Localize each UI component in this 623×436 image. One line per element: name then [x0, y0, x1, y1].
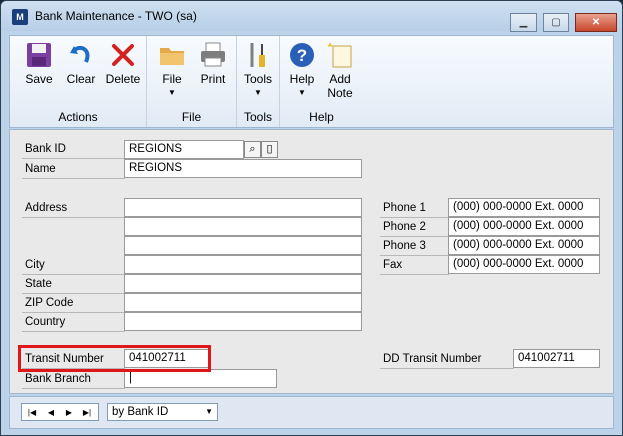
ribbon-group-tools: Tools ▼ Tools	[237, 36, 280, 127]
group-label-actions: Actions	[58, 110, 98, 124]
phone-2-field[interactable]: (000) 000-0000 Ext. 0000	[448, 217, 600, 236]
add-note-button[interactable]: Add Note	[320, 40, 360, 100]
ribbon-toolbar: Save Clear Delete Actions File ▼ Print F…	[9, 35, 614, 128]
print-button[interactable]: Print	[193, 40, 233, 86]
print-label: Print	[200, 72, 226, 86]
save-icon	[27, 43, 51, 67]
file-label: File	[162, 72, 182, 86]
add-note-label-line2: Note	[327, 86, 353, 100]
phone-2-label: Phone 2	[380, 218, 449, 237]
ribbon-group-actions: Save Clear Delete Actions	[10, 36, 147, 127]
next-record-icon[interactable]: ▶	[61, 406, 77, 419]
maximize-button[interactable]: ▢	[543, 13, 569, 32]
sort-order-value: by Bank ID	[112, 406, 169, 418]
file-menu-button[interactable]: File ▼	[153, 40, 191, 97]
zip-code-field[interactable]	[124, 293, 362, 312]
help-question-icon: ?	[290, 43, 314, 67]
fax-label: Fax	[380, 256, 449, 275]
delete-x-icon	[112, 44, 134, 66]
dd-transit-number-label: DD Transit Number	[380, 350, 514, 369]
address-line-3-field[interactable]	[124, 236, 362, 255]
printer-icon	[201, 42, 225, 67]
help-dropdown-icon: ▼	[298, 88, 306, 97]
file-dropdown-icon: ▼	[168, 88, 176, 97]
country-label: Country	[22, 313, 125, 332]
transit-number-highlight-box	[18, 345, 211, 372]
clear-button[interactable]: Clear	[60, 40, 102, 86]
fax-field[interactable]: (000) 000-0000 Ext. 0000	[448, 255, 600, 274]
window-title: Bank Maintenance - TWO (sa)	[35, 9, 197, 23]
tools-dropdown-icon: ▼	[254, 88, 262, 97]
address-label: Address	[22, 199, 125, 218]
phone-1-field[interactable]: (000) 000-0000 Ext. 0000	[448, 198, 600, 217]
state-label: State	[22, 275, 125, 294]
record-navigation-buttons: |◀ ◀ ▶ ▶|	[21, 403, 99, 421]
last-record-icon[interactable]: ▶|	[79, 406, 95, 419]
ribbon-group-file: File ▼ Print File	[147, 36, 237, 127]
save-label: Save	[25, 72, 53, 86]
tools-label: Tools	[243, 72, 272, 86]
record-navigation-bar: |◀ ◀ ▶ ▶| by Bank ID ▼	[9, 396, 614, 429]
phone-3-field[interactable]: (000) 000-0000 Ext. 0000	[448, 236, 600, 255]
save-button[interactable]: Save	[18, 40, 60, 86]
bank-id-field[interactable]: REGIONS	[124, 140, 244, 159]
new-document-icon[interactable]: ▯	[261, 141, 278, 158]
undo-arrow-icon	[70, 45, 90, 63]
tools-icon	[250, 43, 265, 67]
group-label-file: File	[181, 110, 202, 124]
name-field[interactable]: REGIONS	[124, 159, 362, 178]
first-record-icon[interactable]: |◀	[24, 406, 40, 419]
chevron-down-icon: ▼	[205, 407, 213, 416]
help-label: Help	[289, 72, 315, 86]
delete-button[interactable]: Delete	[102, 40, 144, 86]
group-label-tools: Tools	[243, 110, 272, 124]
previous-record-icon[interactable]: ◀	[43, 406, 59, 419]
phone-3-label: Phone 3	[380, 237, 449, 256]
add-note-label-line1: Add	[329, 72, 351, 86]
name-label: Name	[22, 160, 125, 179]
group-label-help: Help	[309, 110, 334, 124]
country-field[interactable]	[124, 312, 362, 331]
minimize-button[interactable]: ▁	[510, 13, 537, 32]
bank-branch-label: Bank Branch	[22, 370, 125, 389]
zip-code-label: ZIP Code	[22, 294, 125, 313]
app-icon: M	[12, 9, 28, 25]
bank-id-label: Bank ID	[22, 140, 125, 159]
address-line-1-field[interactable]	[124, 198, 362, 217]
help-menu-button[interactable]: ? Help ▼	[284, 40, 320, 97]
bank-maintenance-window: M Bank Maintenance - TWO (sa) ▁ ▢ ✕ Save	[0, 0, 623, 436]
delete-label: Delete	[105, 72, 141, 86]
address-line-2-field[interactable]	[124, 217, 362, 236]
tools-menu-button[interactable]: Tools ▼	[239, 40, 277, 97]
lookup-magnifier-icon[interactable]: ⌕	[244, 141, 261, 158]
title-bar: M Bank Maintenance - TWO (sa) ▁ ▢ ✕	[1, 1, 622, 32]
state-field[interactable]	[124, 274, 362, 293]
phone-1-label: Phone 1	[380, 199, 449, 218]
city-field[interactable]	[124, 255, 362, 274]
note-icon	[327, 42, 352, 68]
svg-text:?: ?	[297, 46, 307, 65]
folder-icon	[160, 48, 184, 65]
clear-label: Clear	[66, 72, 96, 86]
dd-transit-number-field[interactable]: 041002711	[513, 349, 600, 368]
sort-order-dropdown[interactable]: by Bank ID ▼	[107, 403, 218, 421]
ribbon-group-help: ? Help ▼ Add Note Help	[280, 36, 363, 127]
close-button[interactable]: ✕	[575, 13, 617, 32]
city-label: City	[22, 256, 125, 275]
